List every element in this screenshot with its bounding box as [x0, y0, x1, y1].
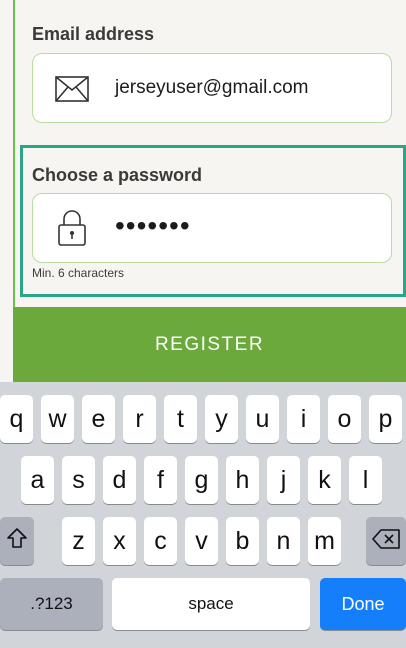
- key-v[interactable]: v: [185, 517, 218, 565]
- key-i[interactable]: i: [287, 395, 320, 443]
- key-h[interactable]: h: [226, 456, 259, 504]
- register-button[interactable]: REGISTER: [13, 307, 406, 382]
- key-y[interactable]: y: [205, 395, 238, 443]
- shift-icon: [6, 527, 28, 556]
- key-d[interactable]: d: [103, 456, 136, 504]
- key-b[interactable]: b: [226, 517, 259, 565]
- space-key[interactable]: space: [112, 578, 310, 630]
- key-s[interactable]: s: [62, 456, 95, 504]
- key-e[interactable]: e: [82, 395, 115, 443]
- password-hint: Min. 6 characters: [32, 266, 125, 280]
- done-key[interactable]: Done: [320, 578, 406, 630]
- email-value: jerseyuser@gmail.com: [115, 77, 309, 98]
- key-o[interactable]: o: [328, 395, 361, 443]
- shift-key[interactable]: [0, 517, 34, 565]
- key-f[interactable]: f: [144, 456, 177, 504]
- email-field[interactable]: jerseyuser@gmail.com: [32, 53, 392, 123]
- key-q[interactable]: q: [0, 395, 33, 443]
- key-r[interactable]: r: [123, 395, 156, 443]
- key-z[interactable]: z: [62, 517, 95, 565]
- on-screen-keyboard: q w e r t y u i o p a s d f g h j k l z …: [0, 382, 406, 648]
- password-field[interactable]: •••••••: [32, 193, 392, 263]
- key-u[interactable]: u: [246, 395, 279, 443]
- key-m[interactable]: m: [308, 517, 341, 565]
- key-a[interactable]: a: [21, 456, 54, 504]
- password-value: •••••••: [115, 210, 191, 241]
- key-j[interactable]: j: [267, 456, 300, 504]
- key-x[interactable]: x: [103, 517, 136, 565]
- key-n[interactable]: n: [267, 517, 300, 565]
- symbols-key[interactable]: .?123: [0, 578, 103, 630]
- password-label: Choose a password: [32, 165, 203, 185]
- key-p[interactable]: p: [369, 395, 402, 443]
- key-g[interactable]: g: [185, 456, 218, 504]
- email-label: Email address: [32, 24, 155, 44]
- lock-icon: [57, 209, 87, 252]
- backspace-icon: [372, 527, 400, 556]
- key-k[interactable]: k: [308, 456, 341, 504]
- key-w[interactable]: w: [41, 395, 74, 443]
- key-l[interactable]: l: [349, 456, 382, 504]
- envelope-icon: [55, 76, 89, 107]
- key-t[interactable]: t: [164, 395, 197, 443]
- backspace-key[interactable]: [366, 517, 406, 565]
- key-c[interactable]: c: [144, 517, 177, 565]
